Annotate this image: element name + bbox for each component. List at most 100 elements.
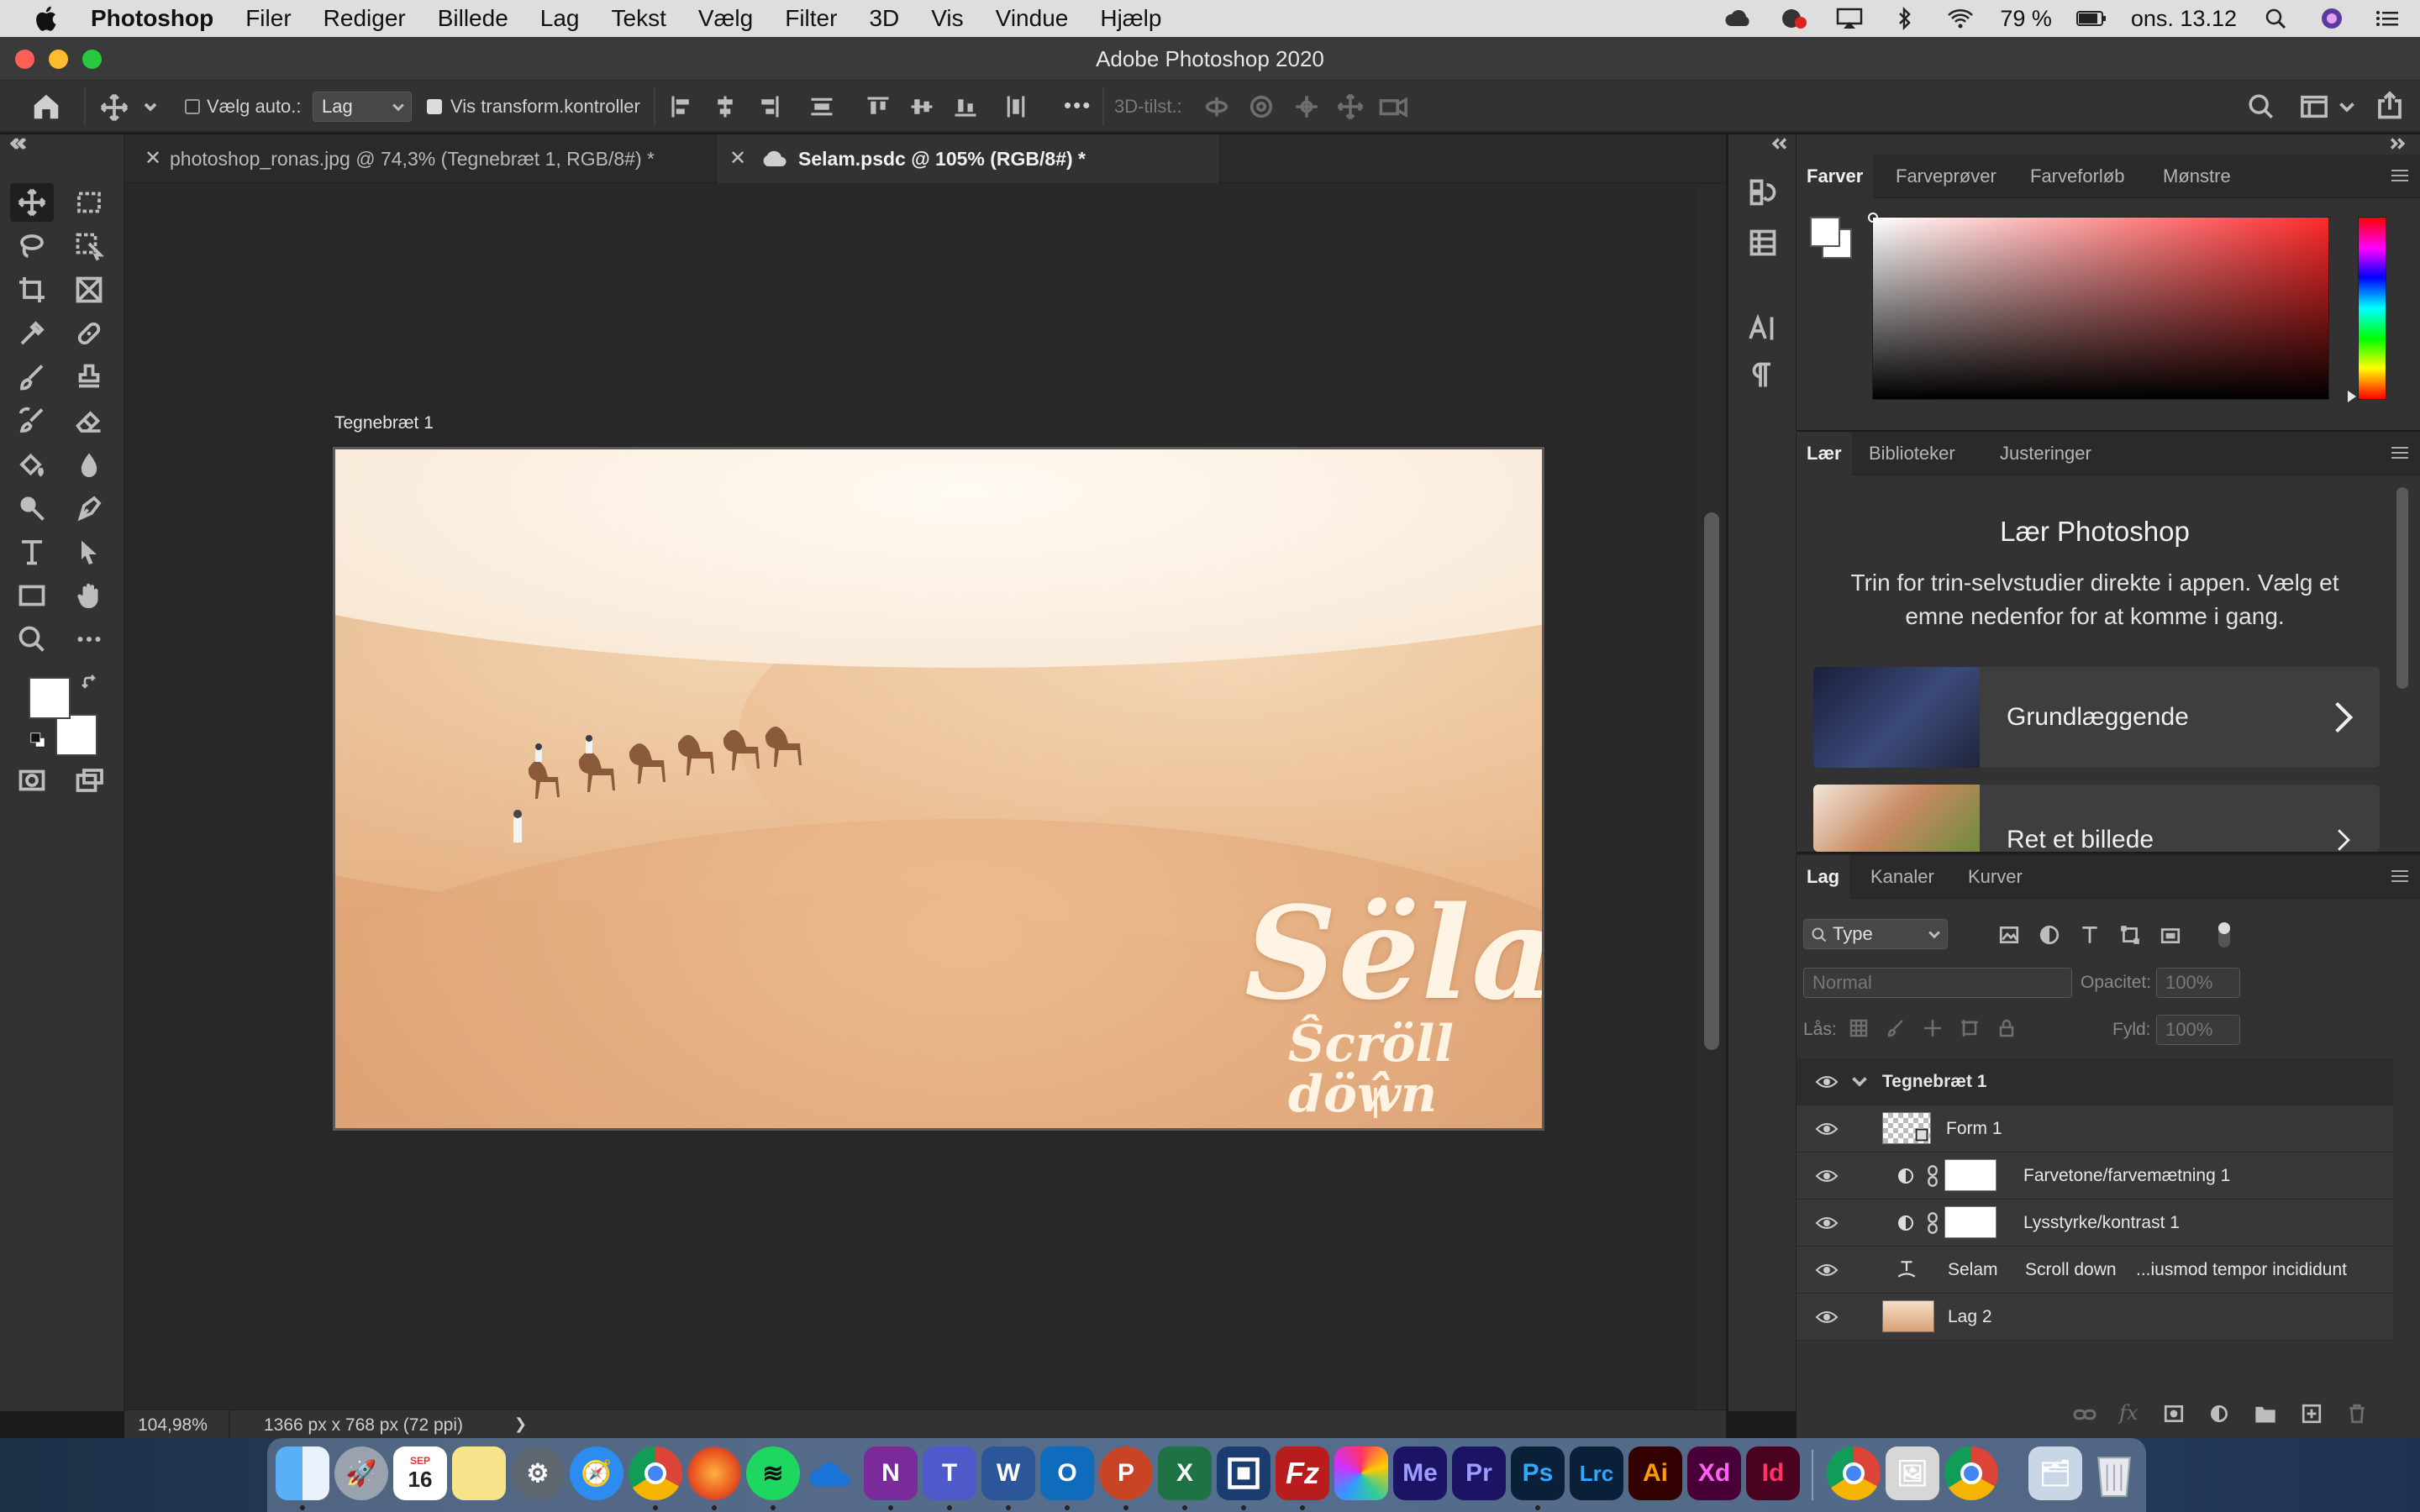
type-tool[interactable]	[10, 533, 54, 571]
properties-panel-icon[interactable]	[1744, 223, 1782, 262]
link-layers-icon[interactable]	[2072, 1404, 2097, 1425]
menubar-clock[interactable]: ons. 13.12	[2131, 6, 2237, 32]
eye-icon[interactable]	[1815, 1215, 1839, 1231]
crop-tool[interactable]	[10, 270, 54, 309]
home-icon[interactable]	[30, 91, 62, 123]
move-tool-icon[interactable]	[99, 92, 129, 123]
tab-lag[interactable]: Lag	[1797, 855, 1850, 899]
premiere-pro-icon[interactable]: Pr	[1452, 1446, 1506, 1500]
close-tab-icon[interactable]: ✕	[729, 134, 746, 183]
notes-icon[interactable]	[452, 1446, 506, 1500]
finder-icon[interactable]	[276, 1446, 329, 1500]
tab-selam-psdc[interactable]: ✕ Selam.psdc @ 105% (RGB/8#) *	[718, 134, 1218, 183]
new-group-icon[interactable]	[2254, 1403, 2277, 1425]
artboard-canvas[interactable]: Sëlam Ŝcröll döŵn	[333, 447, 1544, 1131]
downloads-folder-icon[interactable]: 🗂	[2028, 1446, 2082, 1500]
workspace-chevron-icon[interactable]	[2339, 101, 2354, 114]
align-horizontal-center-icon[interactable]	[713, 94, 738, 119]
hand-tool[interactable]	[67, 576, 111, 615]
eyedropper-tool[interactable]	[10, 314, 54, 353]
frame-tool[interactable]	[67, 270, 111, 309]
layer-mask-thumbnail[interactable]	[1944, 1206, 1996, 1238]
add-mask-icon[interactable]	[2163, 1403, 2185, 1425]
menu-tekst[interactable]: Tekst	[612, 0, 666, 37]
outlook-icon[interactable]: O	[1040, 1446, 1094, 1500]
paragraph-panel-icon[interactable]	[1744, 356, 1782, 395]
close-tab-icon[interactable]: ✕	[145, 134, 161, 183]
share-icon[interactable]	[2375, 91, 2405, 121]
creative-cloud-app-icon[interactable]	[1334, 1446, 1388, 1500]
expand-panels-icon[interactable]	[1770, 138, 1789, 150]
illustrator-icon[interactable]: Ai	[1628, 1446, 1682, 1500]
learn-scroll-thumb[interactable]	[2396, 487, 2408, 689]
close-window-button[interactable]	[15, 50, 34, 69]
menu-filter[interactable]: Filter	[785, 0, 837, 37]
layer-mask-thumbnail[interactable]	[1944, 1159, 1996, 1191]
wifi-icon[interactable]	[1944, 6, 1976, 31]
eye-icon[interactable]	[1815, 1168, 1839, 1184]
screen-capture-app-icon[interactable]	[1217, 1446, 1270, 1500]
tab-farveproever[interactable]: Farveprøver	[1886, 155, 2007, 198]
creative-cloud-icon[interactable]	[1723, 6, 1754, 31]
fill-field[interactable]: 100%	[2156, 1015, 2240, 1045]
align-left-icon[interactable]	[669, 94, 694, 119]
edit-toolbar-icon[interactable]	[67, 620, 111, 659]
apple-icon[interactable]	[32, 3, 62, 34]
auto-select-target-dropdown[interactable]: Lag	[313, 92, 412, 122]
filter-shape-icon[interactable]	[2119, 924, 2141, 946]
menu-3d[interactable]: 3D	[869, 0, 899, 37]
layer-row-text[interactable]: Selam Scroll down ...iusmod tempor incid…	[1797, 1247, 2393, 1294]
notification-center-icon[interactable]	[2371, 6, 2403, 31]
distribute-vertical-icon[interactable]	[808, 94, 835, 119]
preview-icon[interactable]: 🖼	[1886, 1446, 1939, 1500]
learn-card-ret-et-billede[interactable]: Ret et billede	[1813, 785, 2380, 852]
hue-slider-marker[interactable]	[2346, 390, 2358, 403]
chevron-down-icon[interactable]	[1852, 1075, 1867, 1089]
system-preferences-icon[interactable]: ⚙	[511, 1446, 565, 1500]
powerpoint-icon[interactable]: P	[1099, 1446, 1153, 1500]
calendar-icon[interactable]: SEP 16	[393, 1446, 447, 1500]
expand-tools-icon[interactable]	[10, 138, 29, 150]
xd-icon[interactable]: Xd	[1687, 1446, 1741, 1500]
onedrive-icon[interactable]	[805, 1446, 859, 1500]
learn-card-grundlaeggende[interactable]: Grundlæggende	[1813, 667, 2380, 768]
vertical-scroll-thumb[interactable]	[1704, 512, 1719, 1050]
menu-billede[interactable]: Billede	[438, 0, 508, 37]
tab-kanaler[interactable]: Kanaler	[1860, 855, 1944, 899]
headline-text[interactable]: Sëlam	[1244, 890, 1542, 1017]
delete-layer-icon[interactable]	[2346, 1403, 2368, 1425]
default-colors-icon[interactable]	[29, 731, 47, 749]
align-vertical-center-icon[interactable]	[909, 94, 934, 119]
filter-adjustment-icon[interactable]	[2039, 924, 2060, 946]
tab-photoshop-ronas[interactable]: ✕ photoshop_ronas.jpg @ 74,3% (Tegnebræt…	[133, 134, 714, 183]
status-menu-arrow[interactable]: ❯	[514, 1415, 527, 1433]
filter-pixel-icon[interactable]	[1998, 924, 2020, 946]
lock-all-icon[interactable]	[1996, 1018, 2017, 1038]
trash-icon[interactable]	[2087, 1446, 2141, 1500]
eraser-tool[interactable]	[67, 402, 111, 440]
zoom-level[interactable]: 104,98%	[138, 1415, 208, 1436]
eye-icon[interactable]	[1815, 1309, 1839, 1326]
battery-percentage[interactable]: 79 %	[2000, 6, 2052, 32]
lock-artboard-icon[interactable]	[1960, 1018, 1980, 1038]
photoshop-icon[interactable]: Ps	[1511, 1446, 1565, 1500]
filter-type-icon[interactable]	[2079, 924, 2101, 946]
teams-icon[interactable]: T	[923, 1446, 976, 1500]
tab-justeringer[interactable]: Justeringer	[1990, 432, 2102, 475]
paint-bucket-tool[interactable]	[10, 445, 54, 484]
path-selection-tool[interactable]	[67, 533, 111, 571]
color-picker-cursor[interactable]	[1867, 212, 1879, 223]
history-brush-tool[interactable]	[10, 402, 54, 440]
menu-vaelg[interactable]: Vælg	[698, 0, 753, 37]
hue-slider[interactable]	[2358, 217, 2386, 400]
filezilla-icon[interactable]: Fz	[1276, 1446, 1329, 1500]
align-right-icon[interactable]	[756, 94, 781, 119]
more-options-button[interactable]: •••	[1064, 92, 1092, 118]
word-icon[interactable]: W	[981, 1446, 1035, 1500]
workspace-icon[interactable]	[2299, 92, 2329, 121]
filter-smart-object-icon[interactable]	[2160, 924, 2181, 946]
layer-row-form[interactable]: Form 1	[1797, 1105, 2393, 1152]
launchpad-icon[interactable]: 🚀	[334, 1446, 388, 1500]
pen-tool[interactable]	[67, 489, 111, 528]
panel-menu-icon[interactable]	[2391, 447, 2408, 459]
